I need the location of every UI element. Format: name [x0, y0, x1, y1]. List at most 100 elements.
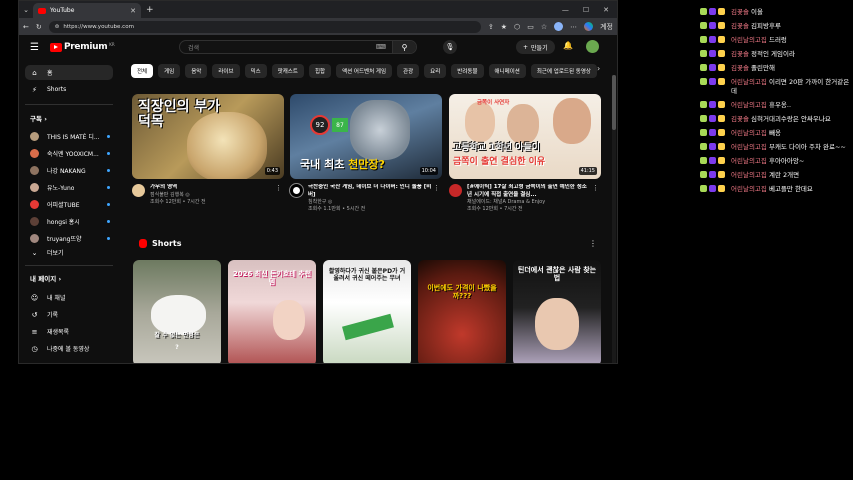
- video-thumbnail[interactable]: 직장인의 부가 덕목 0:43: [132, 94, 284, 179]
- thumbnail-caption-top: 고등학교 1학년 아들이: [453, 143, 541, 153]
- bookmark-star-icon[interactable]: ★: [501, 23, 507, 31]
- subscription-label: 숙식엔 YOOXICM...: [47, 151, 99, 158]
- short-card[interactable]: 이번에도 가격이 나빴을까???: [418, 260, 506, 363]
- profile-avatar[interactable]: [554, 22, 564, 31]
- favorites-icon[interactable]: ☆: [541, 23, 547, 31]
- sidebar-subscription-item[interactable]: truyang뜨양: [25, 231, 113, 246]
- short-card[interactable]: 촬영하다가 귀신 붙은PD가 거울려서 귀신 떼어주는 무녀: [323, 260, 411, 363]
- search-button[interactable]: ⚲: [392, 41, 416, 53]
- filter-chip[interactable]: 라이브: [212, 64, 240, 78]
- video-card[interactable]: 직장인의 부가 덕목 0:43 가무의 영역 점식불판 김행복 ◎ 조회수 12…: [132, 94, 284, 206]
- channel-avatar[interactable]: [132, 184, 145, 197]
- voice-search-icon[interactable]: 🎙: [443, 40, 457, 54]
- sidebar-item-playlists[interactable]: ≡ 재생목록: [25, 324, 113, 339]
- sidebar-subscription-item[interactable]: 나강 NAKANG: [25, 163, 113, 178]
- share-icon[interactable]: ⇪: [488, 23, 494, 31]
- channel-avatar[interactable]: [449, 184, 462, 197]
- filter-chip[interactable]: 최근에 업로드된 동영상: [530, 64, 597, 78]
- filter-chip[interactable]: 관광: [397, 64, 420, 78]
- scrollbar-thumb[interactable]: [612, 75, 616, 130]
- close-tab-icon[interactable]: ✕: [130, 7, 136, 15]
- sidebar-label-shorts: Shorts: [47, 86, 67, 93]
- chat-message: 어린날의고집 휴우옹..: [700, 101, 850, 110]
- new-tab-button[interactable]: +: [146, 5, 154, 15]
- score-badge-1: 92: [310, 115, 330, 135]
- video-card[interactable]: 금쪽이 사연자 고등학교 1학년 아들이 금쪽이 출연 결심한 이유 41:15…: [449, 94, 601, 213]
- short-card[interactable]: 틴더에서 괜찮은 사람 찾는 법: [513, 260, 601, 363]
- sidebar-subscription-item[interactable]: hongsi 홍시: [25, 214, 113, 229]
- search-box[interactable]: 검색 ⌨ ⚲: [179, 40, 417, 54]
- sidebar-subscription-item[interactable]: 유노-Yuno: [25, 180, 113, 195]
- sidebar-subscription-item[interactable]: 어피셜TUBE: [25, 197, 113, 212]
- filter-chip[interactable]: 믹스: [244, 64, 267, 78]
- split-view-icon[interactable]: ▭: [527, 23, 534, 31]
- filter-chip[interactable]: 음악: [185, 64, 208, 78]
- sidebar-item-more[interactable]: ⌄ 더보기: [25, 245, 113, 260]
- badge-icon: [718, 8, 725, 15]
- filter-chip[interactable]: 요리: [424, 64, 447, 78]
- filter-chip[interactable]: 액션 어드벤처 게임: [336, 64, 393, 78]
- sidebar-item-my-channel[interactable]: ☺ 내 채널: [25, 290, 113, 305]
- sidebar-item-home[interactable]: ⌂ 홈: [25, 65, 113, 80]
- youtube-premium-logo[interactable]: Premium KR: [50, 42, 115, 52]
- new-content-dot: [107, 220, 110, 223]
- filter-chip[interactable]: 반려동물: [451, 64, 484, 78]
- more-options-icon[interactable]: ⋮: [433, 184, 440, 192]
- badge-icon: [718, 64, 725, 71]
- sidebar-item-watch-later[interactable]: ◷ 나중에 볼 동영상: [25, 341, 113, 356]
- search-input[interactable]: 검색: [180, 43, 376, 52]
- badge-icon: [700, 101, 707, 108]
- video-title[interactable]: 극찬중인 국산 게임, 데이브 더 다이버: 인디 돌풍 [비버]: [308, 184, 432, 199]
- copilot-icon[interactable]: [584, 22, 594, 31]
- my-page-heading[interactable]: 내 페이지 ›: [30, 273, 61, 283]
- hamburger-menu-icon[interactable]: ☰: [30, 42, 39, 53]
- badge-icon: [709, 8, 716, 15]
- youtube-favicon-icon: [38, 7, 46, 14]
- sidebar-subscription-item[interactable]: 숙식엔 YOOXICM...: [25, 146, 113, 161]
- video-title[interactable]: 가무의 영역: [150, 184, 274, 192]
- sidebar: ⌂ 홈 ⚡ Shorts 구독 › THIS IS MATÉ 디... 숙식엔 Y…: [19, 59, 122, 363]
- chat-nickname: 어린날의고집: [731, 78, 767, 86]
- extensions-icon[interactable]: ⬡: [514, 23, 520, 31]
- more-options-icon[interactable]: ⋮: [275, 184, 282, 192]
- filter-chip[interactable]: 팟캐스트: [271, 64, 304, 78]
- back-icon[interactable]: ←: [23, 23, 29, 31]
- subscriptions-heading[interactable]: 구독 ›: [30, 113, 47, 123]
- video-card[interactable]: 92 87 국내 최초 천만장? 10:04 극찬중인 국산 게임, 데이브 더…: [289, 94, 442, 213]
- more-options-icon[interactable]: ⋮: [589, 239, 597, 248]
- tab-list-icon[interactable]: ⌄: [19, 6, 33, 14]
- short-card[interactable]: 2026 최신 돈키호테 추천템: [228, 260, 316, 363]
- maximize-icon[interactable]: ☐: [583, 6, 589, 14]
- video-thumbnail[interactable]: 92 87 국내 최초 천만장? 10:04: [290, 94, 442, 179]
- filter-chip[interactable]: 전체: [131, 64, 154, 78]
- address-field[interactable]: ⊜ https://www.youtube.com: [48, 20, 481, 33]
- notifications-bell-icon[interactable]: 🔔: [563, 41, 573, 50]
- chevron-right-icon[interactable]: ›: [597, 64, 600, 73]
- channel-name[interactable]: 침착한구 ◎: [308, 199, 432, 206]
- filter-chip[interactable]: 힙합: [308, 64, 332, 78]
- filter-chip[interactable]: 게임: [158, 64, 181, 78]
- channel-avatar[interactable]: [289, 183, 304, 198]
- minimize-icon[interactable]: —: [562, 6, 569, 14]
- video-thumbnail[interactable]: 금쪽이 사연자 고등학교 1학년 아들이 금쪽이 출연 결심한 이유 41:15: [449, 94, 601, 179]
- account-avatar[interactable]: [586, 40, 599, 53]
- menu-dots-icon[interactable]: ⋯: [570, 23, 577, 31]
- badge-icon: [718, 22, 725, 29]
- browser-tab-youtube[interactable]: YouTube ✕: [33, 3, 141, 18]
- site-info-icon[interactable]: ⊜: [55, 24, 60, 30]
- more-options-icon[interactable]: ⋮: [592, 184, 599, 192]
- create-button[interactable]: + 만들기: [516, 40, 555, 54]
- channel-name[interactable]: 채널에이드: 채널A Drama & Enjoy: [467, 199, 591, 206]
- chat-message: 김꽃숄 심혀거대괴수랑은 안싸우나요: [700, 115, 850, 124]
- filter-chip[interactable]: 애니메이션: [488, 64, 526, 78]
- badge-icon: [700, 50, 707, 57]
- channel-name[interactable]: 점식불판 김행복 ◎: [150, 192, 274, 199]
- video-title[interactable]: [#에이틱] 17살 최고령 금쪽이의 출연 예민한 청소년 시기에 직접 출연…: [467, 184, 591, 199]
- sidebar-item-history[interactable]: ↺ 기록: [25, 307, 113, 322]
- close-window-icon[interactable]: ✕: [603, 6, 609, 14]
- short-card[interactable]: 잘 수 없는 만큼은 ?: [133, 260, 221, 363]
- keyboard-icon[interactable]: ⌨: [376, 43, 386, 51]
- reload-icon[interactable]: ↻: [36, 23, 42, 31]
- sidebar-subscription-item[interactable]: THIS IS MATÉ 디...: [25, 129, 113, 144]
- sidebar-item-shorts[interactable]: ⚡ Shorts: [25, 82, 113, 97]
